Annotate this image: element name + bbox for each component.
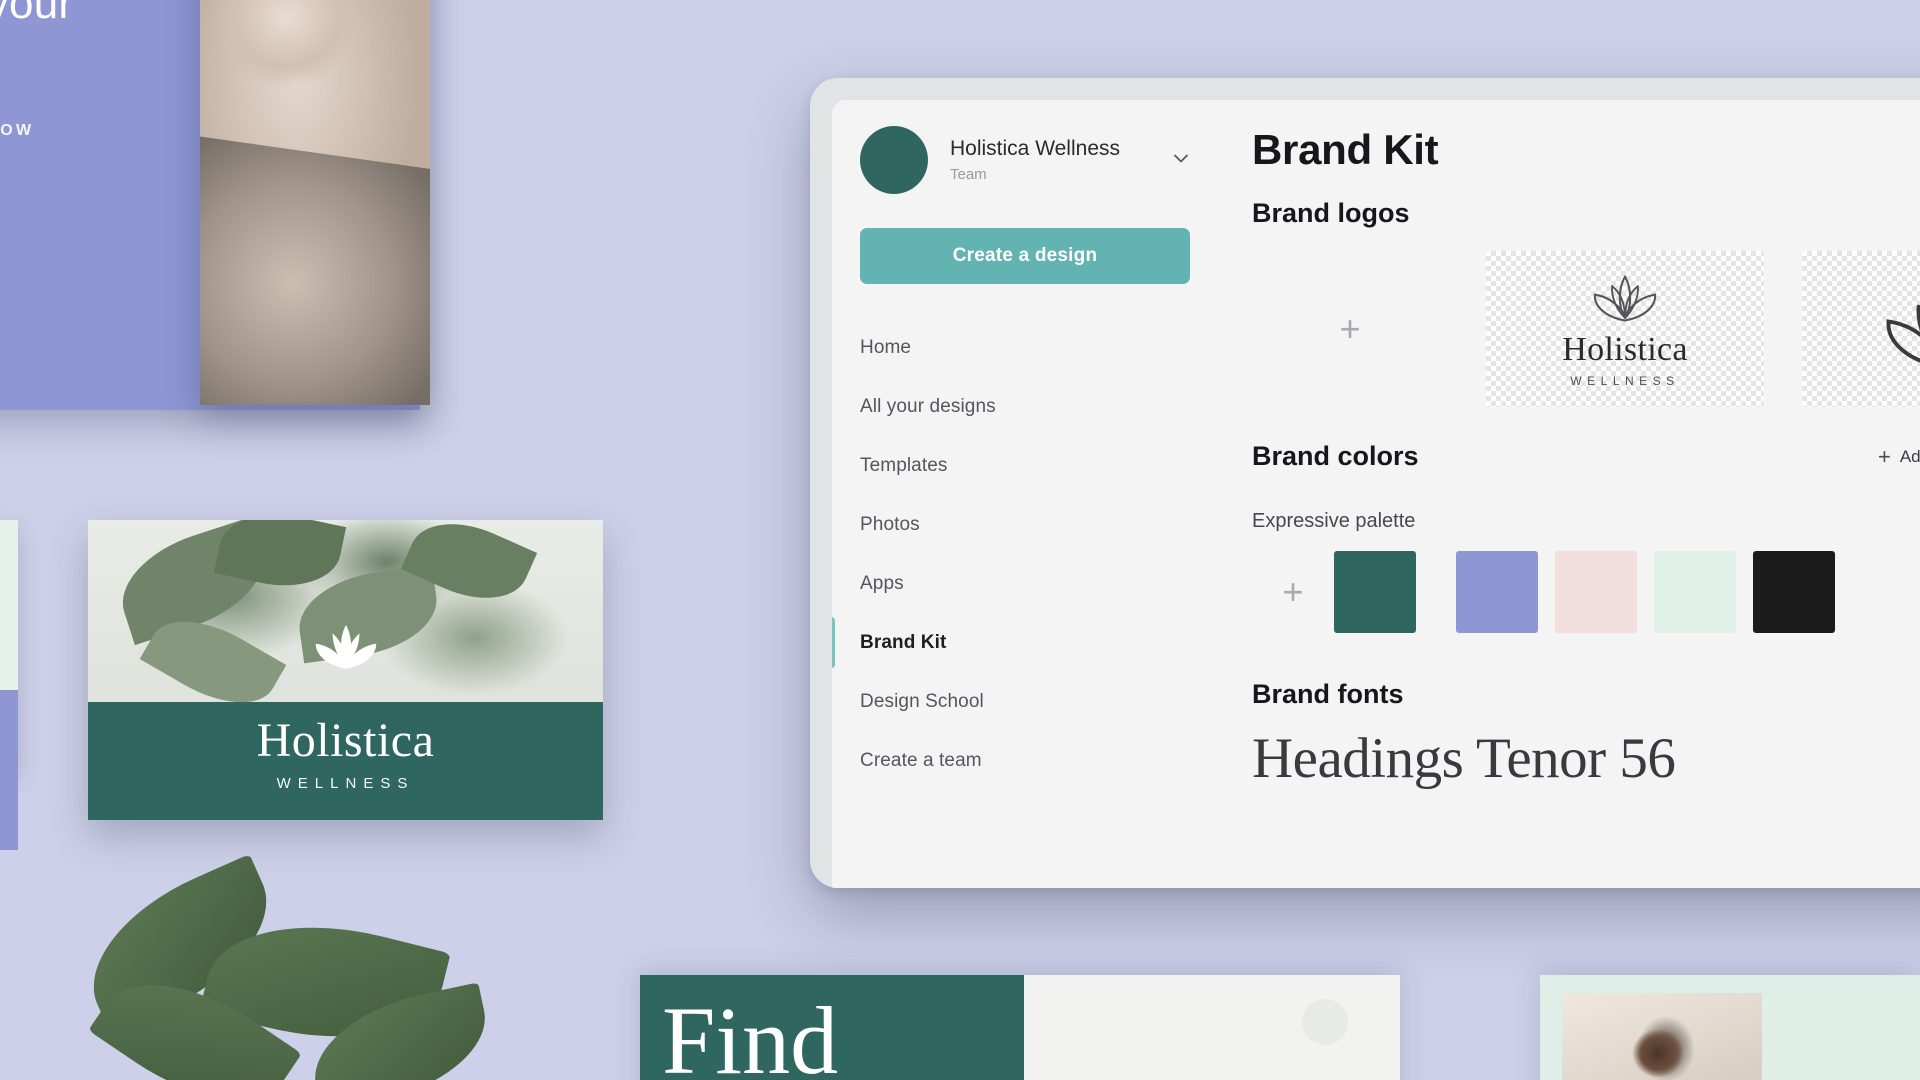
plus-icon: + — [1282, 571, 1304, 612]
photo-woman — [200, 0, 430, 405]
poster-find-accent — [1302, 999, 1348, 1045]
logo-wordmark: Holistica — [1562, 330, 1688, 368]
card-sliver-left-lower — [0, 690, 18, 850]
brand-wordmark: Holistica — [256, 714, 435, 767]
brand-logos-header: Brand logos — [1252, 198, 1920, 229]
lotus-icon — [1886, 304, 1920, 363]
add-new-color-button[interactable]: + Add new — [1877, 443, 1920, 469]
brand-colors-section: Brand colors + Add new Expressive palett… — [1252, 441, 1920, 633]
team-meta: Holistica Wellness Team — [950, 137, 1158, 183]
main-content: Brand Kit Brand logos + Holistica WELLNE… — [1218, 100, 1920, 888]
lotus-icon — [1593, 275, 1657, 322]
create-a-design-button[interactable]: Create a design — [860, 228, 1190, 284]
sidebar-item-templates[interactable]: Templates — [832, 436, 1218, 495]
sidebar-item-home[interactable]: Home — [832, 318, 1218, 377]
sidebar-item-create-a-team[interactable]: Create a team — [832, 731, 1218, 790]
plus-icon: + — [1339, 308, 1361, 349]
poster-find-word: Find — [662, 987, 839, 1080]
color-swatch[interactable] — [1753, 551, 1835, 633]
foliage-decoration — [60, 853, 530, 1080]
sidebar-item-label: Apps — [860, 572, 904, 594]
sidebar-item-brand-kit[interactable]: Brand Kit — [832, 613, 1218, 672]
plant-photo — [88, 520, 603, 710]
sidebar-item-label: Brand Kit — [860, 631, 947, 653]
plus-icon: + — [1877, 443, 1891, 469]
font-sample-text: Headings Tenor 56 — [1252, 727, 1676, 790]
person-photo — [1562, 993, 1762, 1080]
palette-name: Expressive palette — [1252, 510, 1416, 532]
sidebar-item-all-your-designs[interactable]: All your designs — [832, 377, 1218, 436]
poster-headline: Find your calm. — [0, 0, 74, 28]
brand-tagline: WELLNESS — [276, 775, 415, 792]
app-window: Holistica Wellness Team Create a design … — [810, 78, 1920, 888]
sidebar-item-label: Create a team — [860, 749, 982, 771]
poster-find: Find — [640, 975, 1400, 1080]
card-holistica-brand: Holistica WELLNESS — [88, 520, 603, 820]
color-swatch[interactable] — [1654, 551, 1736, 633]
brand-fonts-section: Brand fonts Headings Tenor 56 — [1252, 679, 1920, 791]
poster-cta-text: SIGN UP NOW — [0, 122, 35, 139]
brand-logos-section: Brand logos + Holistica WELLNESS — [1252, 198, 1920, 407]
color-swatch[interactable] — [1555, 551, 1637, 633]
logo-tagline: WELLNESS — [1570, 373, 1680, 388]
sidebar-item-label: Templates — [860, 454, 948, 476]
team-subtitle: Team — [950, 166, 987, 183]
sidebar-item-design-school[interactable]: Design School — [832, 672, 1218, 731]
section-title: Brand logos — [1252, 198, 1410, 228]
brand-logo-tile[interactable]: Holistica WELLNESS — [1486, 251, 1764, 407]
section-title: Brand fonts — [1252, 679, 1404, 709]
card-bottom-right-photo — [1540, 975, 1920, 1080]
add-logo-button[interactable]: + — [1252, 251, 1448, 407]
chevron-down-icon[interactable] — [1168, 145, 1194, 176]
color-swatch[interactable] — [1334, 551, 1416, 633]
add-swatch-button[interactable]: + — [1252, 574, 1334, 610]
team-name: Holistica Wellness — [950, 137, 1120, 160]
sidebar-item-label: Home — [860, 336, 912, 358]
sidebar-item-apps[interactable]: Apps — [832, 554, 1218, 613]
sidebar-item-label: All your designs — [860, 395, 996, 417]
sidebar-nav: Home All your designs Templates Photos A… — [832, 318, 1218, 790]
sidebar: Holistica Wellness Team Create a design … — [832, 100, 1218, 888]
add-new-label: Add new — [1899, 446, 1920, 466]
page-title: Brand Kit — [1252, 126, 1439, 173]
section-title: Brand colors — [1252, 441, 1419, 471]
color-swatch-row: + — [1252, 551, 1920, 633]
sidebar-item-photos[interactable]: Photos — [832, 495, 1218, 554]
avatar — [860, 126, 928, 194]
brand-logos-row: + Holistica WELLNESS — [1252, 251, 1920, 407]
desktop-background: Find your calm. SIGN UP NOW Holistica WE… — [0, 0, 1920, 1080]
brand-logo-tile[interactable] — [1802, 251, 1920, 407]
app-content: Holistica Wellness Team Create a design … — [832, 100, 1920, 888]
color-swatch[interactable] — [1456, 551, 1538, 633]
team-switcher[interactable]: Holistica Wellness Team — [832, 122, 1218, 198]
sidebar-item-label: Photos — [860, 513, 920, 535]
brand-colors-header: Brand colors + Add new — [1252, 441, 1920, 472]
lotus-icon — [315, 625, 376, 669]
sidebar-item-label: Design School — [860, 690, 984, 712]
